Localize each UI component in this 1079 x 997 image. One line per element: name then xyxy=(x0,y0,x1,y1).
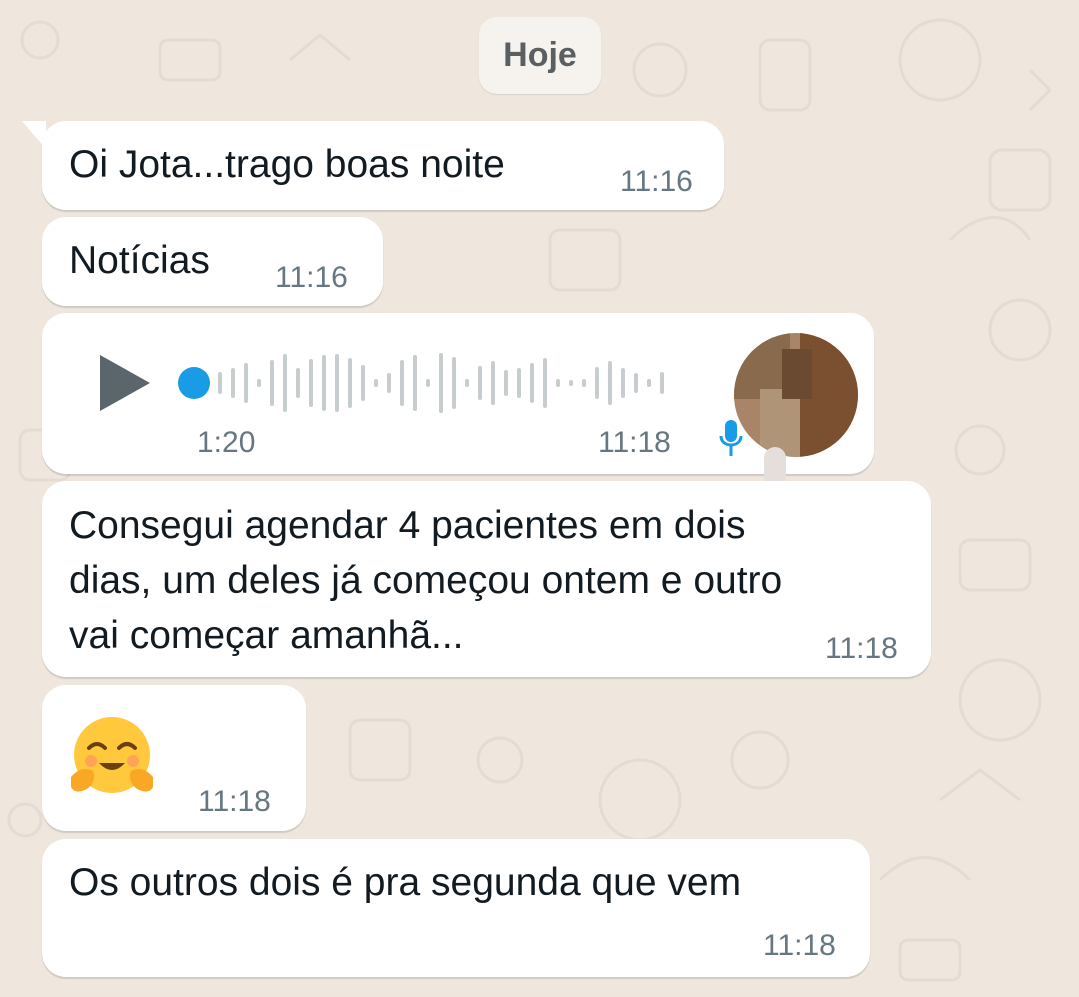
date-separator: Hoje xyxy=(479,17,601,94)
waveform-bar xyxy=(491,361,495,405)
waveform-bar xyxy=(582,379,586,387)
waveform-bar xyxy=(400,360,404,406)
message-bubble[interactable]: Oi Jota...trago boas noite 11:16 xyxy=(42,121,724,210)
voice-progress-dot[interactable] xyxy=(177,366,211,400)
message-time: 11:18 xyxy=(198,785,271,818)
waveform-bar xyxy=(465,379,469,387)
hugging-face-emoji xyxy=(71,717,153,793)
waveform-bar xyxy=(270,360,274,406)
waveform-bar xyxy=(361,365,365,401)
waveform-bar xyxy=(439,353,443,413)
waveform-bar xyxy=(283,354,287,412)
waveform-bar xyxy=(543,358,547,408)
message-time: 11:18 xyxy=(598,426,671,459)
waveform-bar xyxy=(595,367,599,399)
waveform-bar xyxy=(348,358,352,408)
waveform-bar xyxy=(231,368,235,398)
message-time: 11:16 xyxy=(620,165,693,198)
waveform-bar xyxy=(452,357,456,409)
message-time: 11:18 xyxy=(825,632,898,665)
waveform-bar xyxy=(647,379,651,387)
message-bubble[interactable]: Notícias 11:16 xyxy=(42,217,383,306)
waveform-bar xyxy=(309,359,313,407)
waveform-bar xyxy=(504,370,508,396)
waveform-bar xyxy=(244,363,248,403)
waveform-bar xyxy=(517,368,521,398)
message-text: Consegui agendar 4 pacientes em dois dia… xyxy=(69,504,783,657)
waveform-bar xyxy=(426,379,430,387)
voice-waveform[interactable] xyxy=(212,343,682,423)
message-text: Os outros dois é pra segunda que vem xyxy=(69,861,742,904)
voice-duration: 1:20 xyxy=(197,426,256,459)
waveform-bar xyxy=(621,368,625,398)
waveform-bar xyxy=(218,372,222,394)
message-time: 11:18 xyxy=(763,929,836,962)
waveform-bar xyxy=(413,355,417,411)
waveform-bar xyxy=(569,380,573,386)
waveform-bar xyxy=(374,379,378,387)
message-bubble[interactable]: Os outros dois é pra segunda que vem 11:… xyxy=(42,839,870,977)
emoji-message-bubble[interactable]: 11:18 xyxy=(42,685,306,831)
play-icon[interactable] xyxy=(98,353,154,413)
voice-message-bubble[interactable]: 1:20 11:18 xyxy=(42,313,874,487)
waveform-bar xyxy=(322,355,326,411)
waveform-bar xyxy=(387,373,391,393)
message-time: 11:16 xyxy=(275,261,348,294)
message-text: Notícias xyxy=(69,239,210,282)
waveform-bar xyxy=(530,363,534,403)
message-text: Oi Jota...trago boas noite xyxy=(69,143,505,186)
waveform-bar xyxy=(296,368,300,398)
waveform-bar xyxy=(608,361,612,405)
waveform-bar xyxy=(478,366,482,400)
waveform-bar xyxy=(556,379,560,387)
waveform-bar xyxy=(257,379,261,387)
waveform-bar xyxy=(335,354,339,412)
waveform-bar xyxy=(660,372,664,394)
waveform-bar xyxy=(634,373,638,393)
avatar xyxy=(734,333,858,487)
message-bubble[interactable]: Consegui agendar 4 pacientes em dois dia… xyxy=(42,481,931,677)
